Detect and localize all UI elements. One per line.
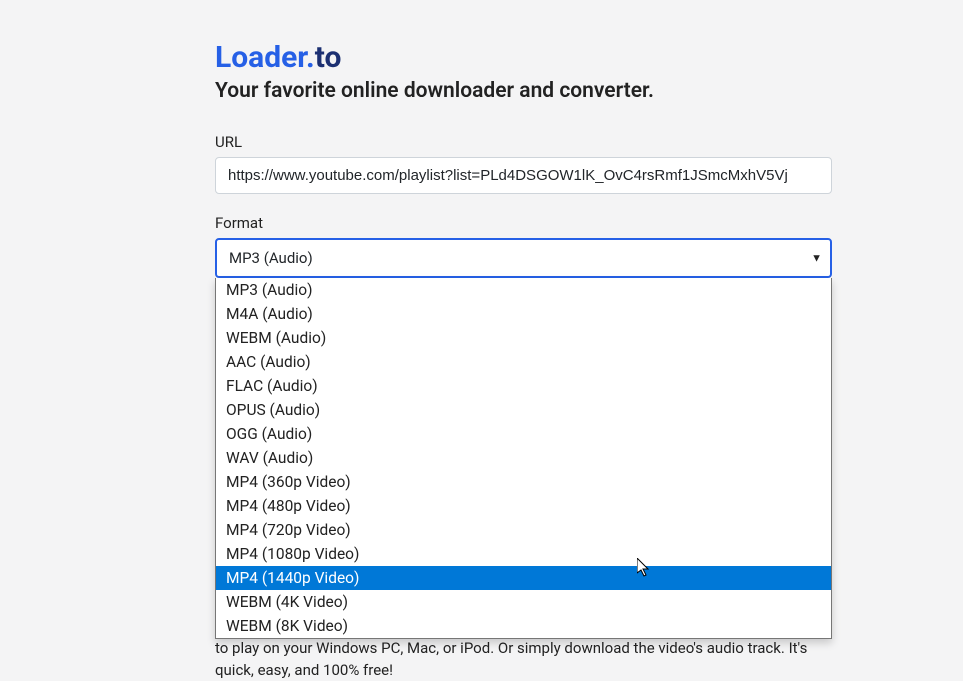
dropdown-option[interactable]: WEBM (Audio) [216,326,831,350]
dropdown-option[interactable]: OGG (Audio) [216,422,831,446]
dropdown-option[interactable]: WEBM (4K Video) [216,590,831,614]
dropdown-option[interactable]: OPUS (Audio) [216,398,831,422]
dropdown-option[interactable]: MP4 (480p Video) [216,494,831,518]
format-select[interactable]: MP3 (Audio) [215,238,832,278]
logo[interactable]: Loader.to [215,40,832,75]
dropdown-option[interactable]: MP4 (1440p Video) [216,566,831,590]
dropdown-option[interactable]: WEBM (8K Video) [216,614,831,638]
url-label: URL [215,133,832,151]
dropdown-option[interactable]: MP4 (360p Video) [216,470,831,494]
dropdown-option[interactable]: WAV (Audio) [216,446,831,470]
logo-secondary: to [315,40,342,75]
format-dropdown: MP3 (Audio)M4A (Audio)WEBM (Audio)AAC (A… [215,278,832,639]
subtitle: Your favorite online downloader and conv… [215,79,832,103]
dropdown-option[interactable]: MP3 (Audio) [216,278,831,302]
url-input[interactable] [215,157,832,194]
dropdown-option[interactable]: MP4 (720p Video) [216,518,831,542]
dropdown-option[interactable]: FLAC (Audio) [216,374,831,398]
format-label: Format [215,214,832,232]
dropdown-option[interactable]: MP4 (1080p Video) [216,542,831,566]
logo-primary: Loader. [215,40,315,75]
dropdown-option[interactable]: M4A (Audio) [216,302,831,326]
dropdown-option[interactable]: AAC (Audio) [216,350,831,374]
